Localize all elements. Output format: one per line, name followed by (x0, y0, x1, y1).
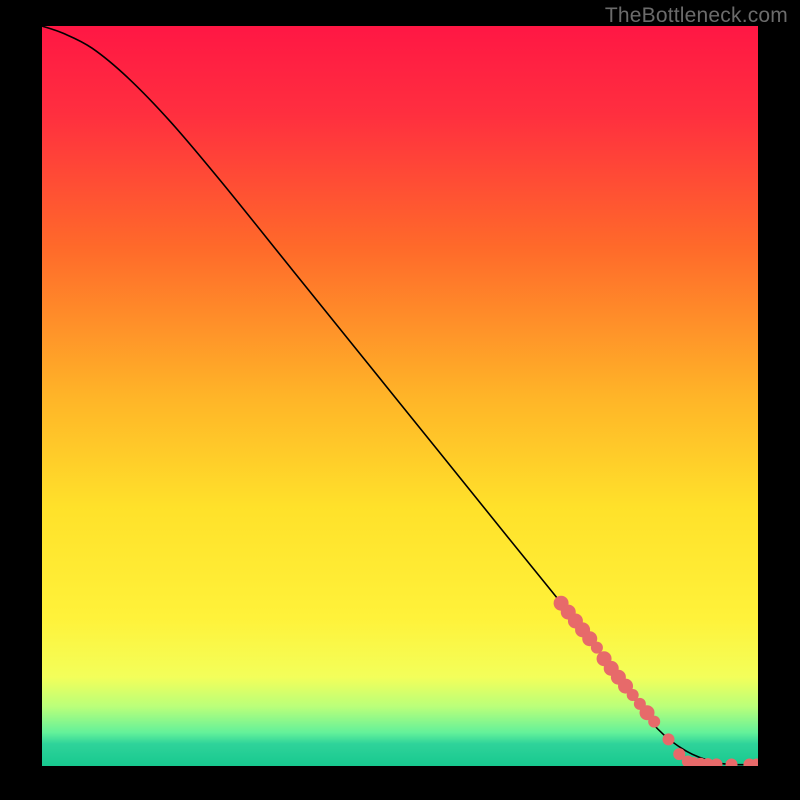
watermark-label: TheBottleneck.com (605, 4, 788, 28)
chart-stage: TheBottleneck.com (0, 0, 800, 800)
chart-background (42, 26, 758, 766)
scatter-point (648, 716, 660, 728)
chart-plot (42, 26, 758, 766)
scatter-point (663, 733, 675, 745)
scatter-point (591, 642, 603, 654)
